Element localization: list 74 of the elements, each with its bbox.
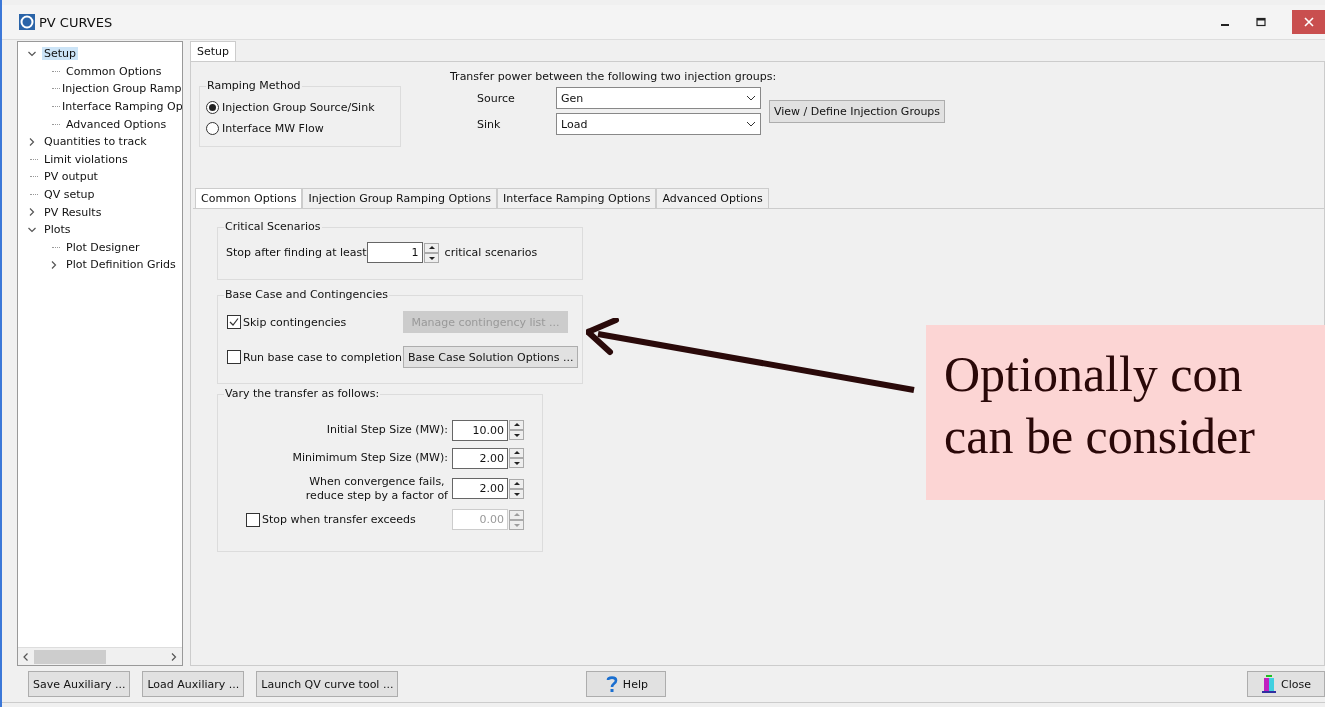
window-title: PV CURVES xyxy=(39,14,113,30)
tab[interactable]: Injection Group Ramping Options xyxy=(302,188,497,208)
callout-text: Optionally con xyxy=(944,345,1244,404)
field-label: Stop after finding at least xyxy=(226,246,367,259)
spinner-icon[interactable] xyxy=(509,420,524,440)
solution-options-button[interactable]: Base Case Solution Options ... xyxy=(403,346,579,368)
field-label: When convergence fails, reduce step by a factor of xyxy=(305,475,449,503)
number-field[interactable]: 1 xyxy=(366,242,423,263)
expander-icon[interactable] xyxy=(28,137,36,146)
footer-button[interactable]: Launch QV curve tool ... xyxy=(256,671,399,697)
spinner-icon[interactable] xyxy=(423,242,439,263)
tab[interactable]: Interface Ramping Options xyxy=(496,188,657,208)
tree-item[interactable]: Setup xyxy=(42,47,79,61)
group-title: Base Case and Contingencies xyxy=(224,288,389,301)
tree-item[interactable]: PV output xyxy=(42,170,100,184)
tab[interactable]: Setup xyxy=(190,41,237,61)
tree-item[interactable]: Plots xyxy=(42,223,73,237)
number-field[interactable]: 2.00 xyxy=(452,478,508,500)
transfer-heading: Transfer power between the following two injection groups: xyxy=(450,70,778,83)
footer-button[interactable]: Load Auxiliary ... xyxy=(142,671,245,697)
dropdown[interactable]: Gen xyxy=(556,87,761,109)
tree-item[interactable]: Advanced Options xyxy=(64,117,169,131)
checkbox[interactable] xyxy=(227,315,241,329)
spinner-icon[interactable] xyxy=(509,478,524,499)
maximize-icon[interactable] xyxy=(1256,17,1266,27)
checkbox-label[interactable]: Skip contingencies xyxy=(243,315,403,329)
field-label: critical scenarios xyxy=(444,246,538,259)
group-title: Critical Scenarios xyxy=(224,220,322,233)
callout-text: can be consider xyxy=(944,407,1256,466)
app-logo-icon xyxy=(19,14,35,30)
radio-label[interactable]: Injection Group Source/Sink xyxy=(222,101,375,114)
tree-item[interactable]: PV Results xyxy=(42,205,104,219)
view-define-button[interactable]: View / Define Injection Groups xyxy=(769,99,946,123)
scroll-left-icon[interactable] xyxy=(22,652,30,661)
checkbox[interactable] xyxy=(227,350,241,364)
field-label: Sink xyxy=(476,117,502,131)
close-button[interactable]: Close xyxy=(1247,671,1325,697)
radio-label[interactable]: Interface MW Flow xyxy=(222,122,324,135)
tree-item[interactable]: Common Options xyxy=(64,64,164,78)
field-label: Source xyxy=(476,91,516,105)
footer-button[interactable]: Save Auxiliary ... xyxy=(28,671,131,697)
expander-icon[interactable] xyxy=(28,49,36,58)
close-window-button[interactable] xyxy=(1292,10,1325,34)
group-title: Ramping Method xyxy=(206,79,302,92)
group-title: Vary the transfer as follows: xyxy=(224,387,381,400)
expander-icon[interactable] xyxy=(28,225,36,234)
scroll-right-icon[interactable] xyxy=(170,652,178,661)
chevron-down-icon xyxy=(746,95,756,101)
tree-item[interactable]: Plot Definition Grids xyxy=(64,258,178,272)
spinner-icon[interactable] xyxy=(509,448,524,468)
radio-button[interactable] xyxy=(206,101,219,114)
tree-item[interactable]: Injection Group Ramp xyxy=(60,82,182,96)
question-mark-icon xyxy=(604,675,619,693)
tree-item[interactable]: Quantities to track xyxy=(42,135,149,149)
field-label: Minimimum Step Size (MW): xyxy=(292,451,449,465)
tree-item[interactable]: Limit violations xyxy=(42,152,130,166)
tree-item[interactable]: QV setup xyxy=(42,188,97,202)
checkbox-label[interactable]: Run base case to completion xyxy=(243,350,403,364)
dropdown[interactable]: Load xyxy=(556,113,761,135)
field-label: Initial Step Size (MW): xyxy=(326,423,449,437)
tree-item[interactable]: Plot Designer xyxy=(64,240,142,254)
expander-icon[interactable] xyxy=(50,260,58,269)
tree-item[interactable]: Interface Ramping Op xyxy=(60,100,182,114)
help-button[interactable]: Help xyxy=(586,671,667,697)
expander-icon[interactable] xyxy=(28,208,36,217)
tab[interactable]: Advanced Options xyxy=(656,188,769,208)
tab[interactable]: Common Options xyxy=(195,188,303,208)
close-icon xyxy=(1303,17,1314,27)
number-field[interactable]: 2.00 xyxy=(452,447,508,469)
number-field[interactable]: 10.00 xyxy=(452,419,508,441)
chevron-down-icon xyxy=(746,121,756,127)
door-icon xyxy=(1261,675,1277,693)
horizontal-scrollbar[interactable] xyxy=(18,647,182,665)
radio-button[interactable] xyxy=(206,122,219,135)
